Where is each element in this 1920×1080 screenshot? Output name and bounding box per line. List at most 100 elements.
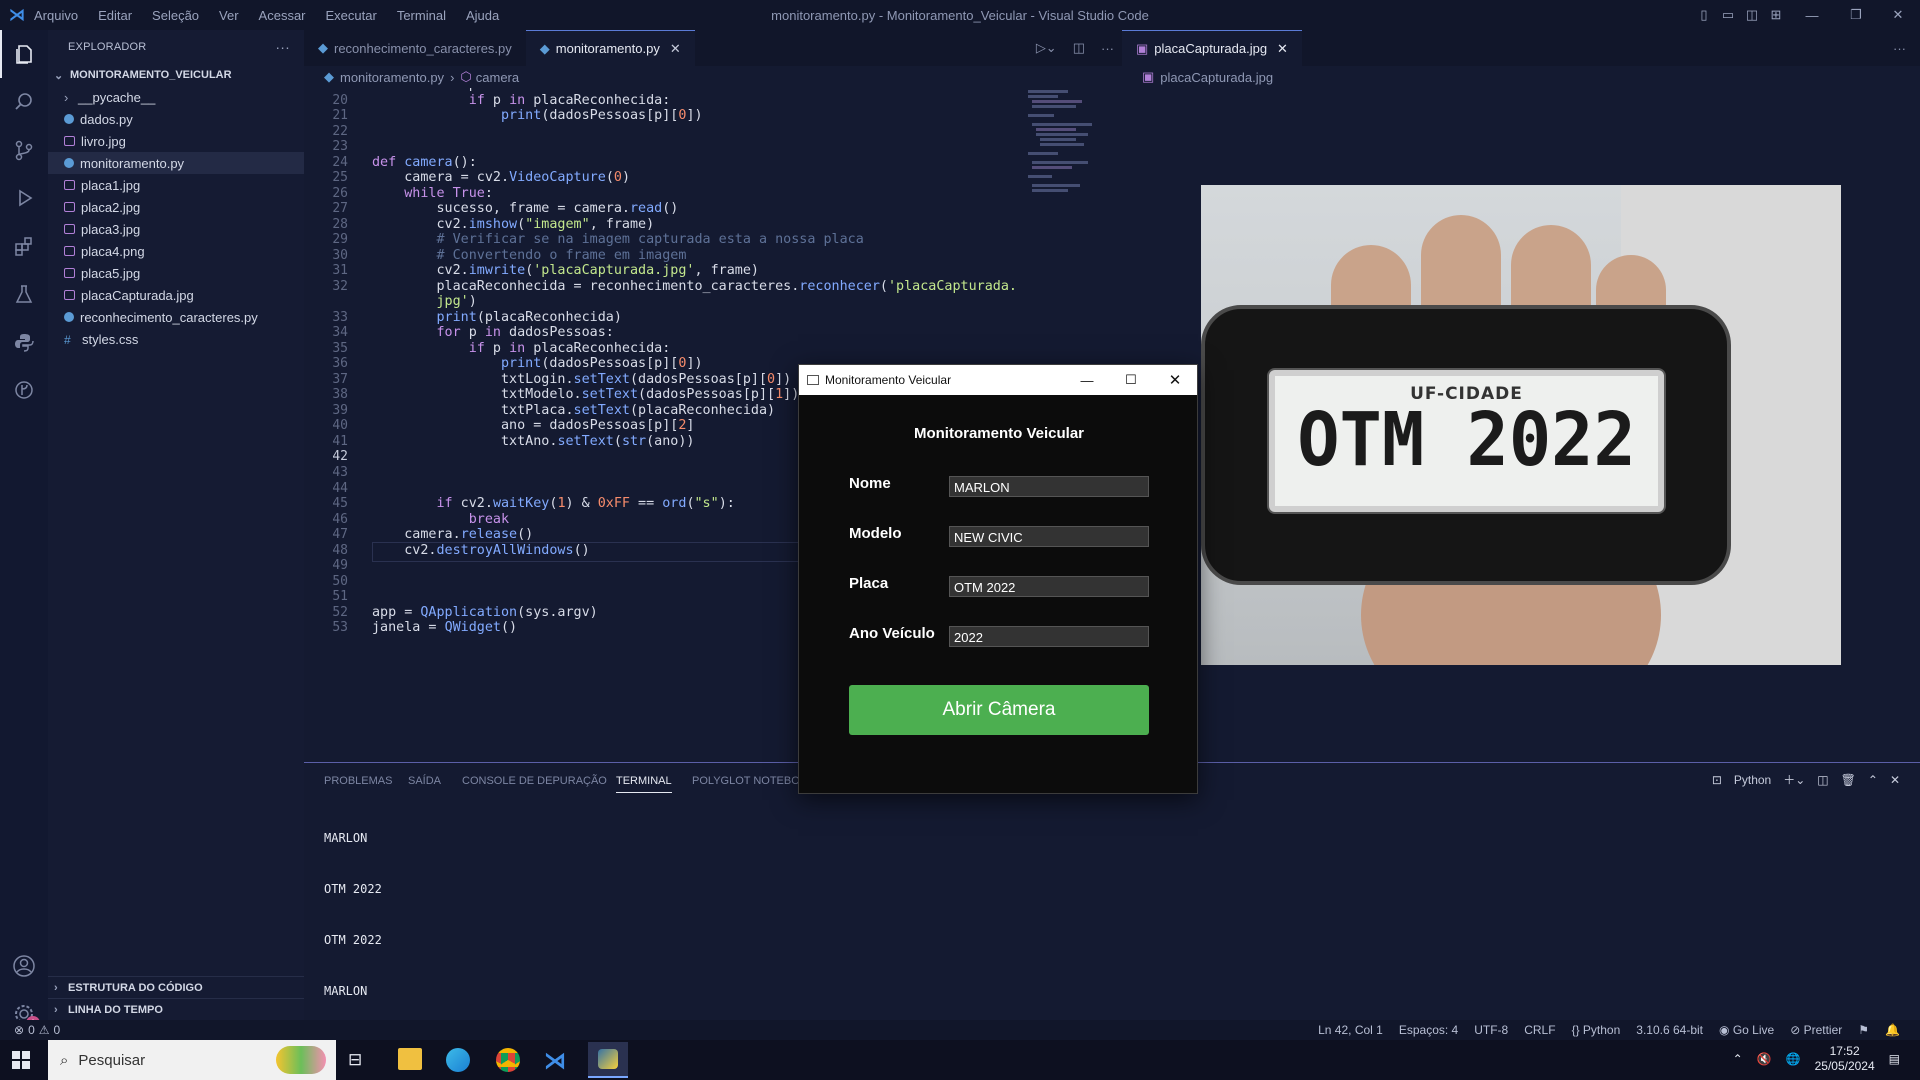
menu-item[interactable]: Arquivo bbox=[34, 8, 78, 23]
tab-output[interactable]: SAÍDA bbox=[408, 775, 441, 787]
explorer-icon[interactable] bbox=[0, 30, 48, 78]
customize-layout-icon[interactable]: ⊞ bbox=[1766, 0, 1786, 30]
tab-label: monitoramento.py bbox=[555, 41, 660, 56]
feedback-icon[interactable]: ⚑ bbox=[1858, 1023, 1869, 1037]
line-number: 32 bbox=[332, 278, 348, 294]
file-item[interactable]: placa3.jpg bbox=[48, 218, 304, 240]
vscode-taskbar-icon[interactable]: ⋊ bbox=[544, 1048, 566, 1074]
python-interpreter[interactable]: 3.10.6 64-bit bbox=[1636, 1023, 1703, 1037]
line-ending[interactable]: CRLF bbox=[1524, 1023, 1555, 1037]
file-item[interactable]: › __pycache__ bbox=[48, 86, 304, 108]
placa-field[interactable]: OTM 2022 bbox=[949, 576, 1149, 597]
cursor-position[interactable]: Ln 42, Col 1 bbox=[1318, 1023, 1383, 1037]
menu-item[interactable]: Terminal bbox=[397, 8, 446, 23]
file-item[interactable]: # styles.css bbox=[48, 328, 304, 350]
split-terminal-icon[interactable]: ◫ bbox=[1817, 773, 1828, 787]
search-icon[interactable] bbox=[0, 78, 48, 126]
abrir-camera-button[interactable]: Abrir Câmera bbox=[849, 685, 1149, 735]
tab-reconhecimento[interactable]: ◆ reconhecimento_caracteres.py bbox=[304, 30, 526, 66]
tab-monitoramento[interactable]: ◆ monitoramento.py ✕ bbox=[525, 30, 695, 66]
file-item[interactable]: placa5.jpg bbox=[48, 262, 304, 284]
tab-polyglot[interactable]: POLYGLOT NOTEBOO bbox=[692, 775, 808, 787]
folder-root[interactable]: ⌄ MONITORAMENTO_VEICULAR bbox=[48, 64, 304, 86]
clock[interactable]: 17:52 25/05/2024 bbox=[1815, 1044, 1875, 1074]
status-right: Ln 42, Col 1 Espaços: 4 UTF-8 CRLF {} Py… bbox=[1318, 1023, 1900, 1037]
close-tab-icon[interactable]: ✕ bbox=[1277, 41, 1288, 57]
ano-field[interactable]: 2022 bbox=[949, 626, 1149, 647]
python-app-taskbar-icon[interactable] bbox=[588, 1042, 628, 1078]
close-panel-icon[interactable]: ✕ bbox=[1890, 773, 1900, 787]
restore-icon[interactable]: ❐ bbox=[1834, 0, 1878, 30]
trash-icon[interactable]: 🗑 bbox=[1841, 773, 1856, 787]
breadcrumb-file[interactable]: placaCapturada.jpg bbox=[1160, 70, 1273, 85]
breadcrumb-symbol[interactable]: camera bbox=[476, 70, 519, 85]
toggle-secondary-sidebar-icon[interactable]: ◫ bbox=[1742, 0, 1762, 30]
file-item[interactable]: placa2.jpg bbox=[48, 196, 304, 218]
outline-section[interactable]: › ESTRUTURA DO CÓDIGO bbox=[48, 976, 304, 999]
close-tab-icon[interactable]: ✕ bbox=[670, 41, 681, 57]
menu-item[interactable]: Seleção bbox=[152, 8, 199, 23]
chrome-icon[interactable] bbox=[496, 1048, 520, 1072]
file-item[interactable]: monitoramento.py bbox=[48, 152, 304, 174]
menu-item[interactable]: Executar bbox=[326, 8, 377, 23]
git-graph-icon[interactable] bbox=[0, 366, 48, 414]
minimize-icon[interactable]: — bbox=[1065, 373, 1109, 388]
prettier[interactable]: ⊘ Prettier bbox=[1790, 1023, 1842, 1037]
line-number: 50 bbox=[332, 573, 348, 589]
modelo-field[interactable]: NEW CIVIC bbox=[949, 526, 1149, 547]
menu-item[interactable]: Editar bbox=[98, 8, 132, 23]
timeline-section[interactable]: › LINHA DO TEMPO bbox=[48, 998, 304, 1021]
maximize-icon[interactable]: ☐ bbox=[1109, 372, 1153, 388]
speaker-muted-icon[interactable]: 🔇 bbox=[1757, 1052, 1772, 1066]
tab-terminal[interactable]: TERMINAL bbox=[616, 775, 672, 793]
menu-item[interactable]: Ajuda bbox=[466, 8, 499, 23]
language-mode[interactable]: {} Python bbox=[1572, 1023, 1621, 1037]
file-explorer-icon[interactable] bbox=[398, 1048, 422, 1070]
close-icon[interactable]: ✕ bbox=[1876, 0, 1920, 30]
file-item[interactable]: placa4.png bbox=[48, 240, 304, 262]
toggle-panel-icon[interactable]: ▭ bbox=[1718, 0, 1738, 30]
run-debug-icon[interactable] bbox=[0, 174, 48, 222]
file-item[interactable]: livro.jpg bbox=[48, 130, 304, 152]
nome-field[interactable]: MARLON bbox=[949, 476, 1149, 497]
file-item[interactable]: dados.py bbox=[48, 108, 304, 130]
windows-start-icon[interactable] bbox=[12, 1051, 30, 1074]
file-item[interactable]: reconhecimento_caracteres.py bbox=[48, 306, 304, 328]
search-icon: ⌕ bbox=[60, 1051, 69, 1069]
toggle-sidebar-icon[interactable]: ▯ bbox=[1694, 0, 1714, 30]
go-live[interactable]: ◉ Go Live bbox=[1719, 1023, 1774, 1037]
close-icon[interactable]: ✕ bbox=[1153, 371, 1197, 389]
chevron-up-icon[interactable]: ⌃ bbox=[1733, 1052, 1743, 1066]
notification-center-icon[interactable]: ▤ bbox=[1889, 1052, 1900, 1066]
more-actions-icon[interactable]: ··· bbox=[275, 39, 290, 55]
bell-icon[interactable]: 🔔 bbox=[1885, 1023, 1900, 1037]
file-item[interactable]: placaCapturada.jpg bbox=[48, 284, 304, 306]
maximize-panel-icon[interactable]: ⌃ bbox=[1868, 773, 1878, 787]
breadcrumb-file[interactable]: monitoramento.py bbox=[340, 70, 444, 85]
split-editor-icon[interactable]: ◫ bbox=[1065, 30, 1093, 66]
tab-placaCapturada[interactable]: ▣ placaCapturada.jpg ✕ bbox=[1122, 30, 1302, 66]
network-globe-icon[interactable]: 🌐 bbox=[1786, 1052, 1801, 1066]
tab-debug-console[interactable]: CONSOLE DE DEPURAÇÃO bbox=[462, 775, 607, 787]
new-terminal-icon[interactable]: ＋⌄ bbox=[1783, 771, 1805, 788]
testing-flask-icon[interactable] bbox=[0, 270, 48, 318]
account-icon[interactable] bbox=[0, 942, 48, 990]
more-actions-icon[interactable]: ··· bbox=[1093, 30, 1122, 66]
python-icon[interactable] bbox=[0, 318, 48, 366]
more-actions-icon[interactable]: ··· bbox=[1879, 30, 1920, 66]
encoding[interactable]: UTF-8 bbox=[1474, 1023, 1508, 1037]
taskbar-search-input[interactable]: ⌕ Pesquisar bbox=[48, 1040, 336, 1080]
menu-item[interactable]: Ver bbox=[219, 8, 239, 23]
tab-problems[interactable]: PROBLEMAS bbox=[324, 775, 392, 787]
terminal-shell-label[interactable]: Python bbox=[1734, 773, 1771, 787]
indentation[interactable]: Espaços: 4 bbox=[1399, 1023, 1458, 1037]
edge-icon[interactable] bbox=[446, 1048, 470, 1072]
minimize-icon[interactable]: — bbox=[1790, 0, 1834, 30]
extensions-icon[interactable] bbox=[0, 222, 48, 270]
problems-status[interactable]: ⊗ 0 ⚠ 0 bbox=[14, 1023, 60, 1037]
task-view-icon[interactable]: ⊟ bbox=[348, 1050, 362, 1070]
source-control-icon[interactable] bbox=[0, 126, 48, 174]
run-file-icon[interactable]: ▷⌄ bbox=[1028, 30, 1065, 66]
file-item[interactable]: placa1.jpg bbox=[48, 174, 304, 196]
menu-item[interactable]: Acessar bbox=[259, 8, 306, 23]
